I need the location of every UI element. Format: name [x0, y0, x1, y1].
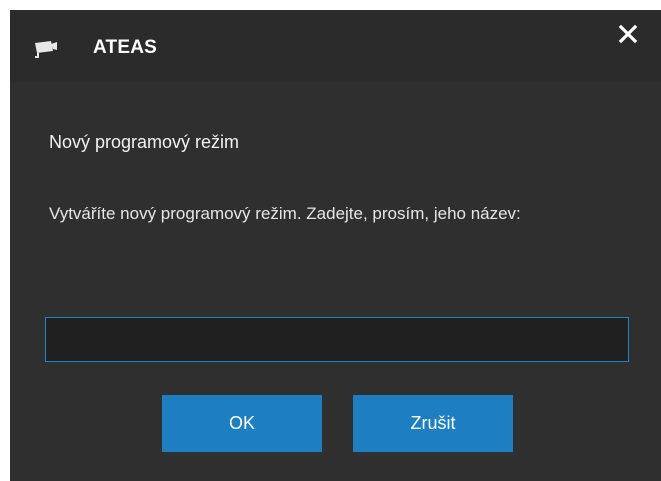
close-icon[interactable] — [616, 22, 640, 46]
new-program-mode-dialog: ATEAS Nový programový režim Vytváříte no… — [10, 10, 661, 481]
cancel-button[interactable]: Zrušit — [353, 395, 513, 452]
dialog-titlebar: ATEAS — [10, 10, 661, 82]
ok-button[interactable]: OK — [162, 395, 322, 452]
program-mode-name-input[interactable] — [45, 317, 629, 362]
dialog-message: Vytváříte nový programový režim. Zadejte… — [49, 204, 521, 223]
app-title: ATEAS — [93, 37, 157, 58]
dialog-heading: Nový programový režim — [49, 132, 240, 152]
camera-icon — [32, 38, 58, 58]
